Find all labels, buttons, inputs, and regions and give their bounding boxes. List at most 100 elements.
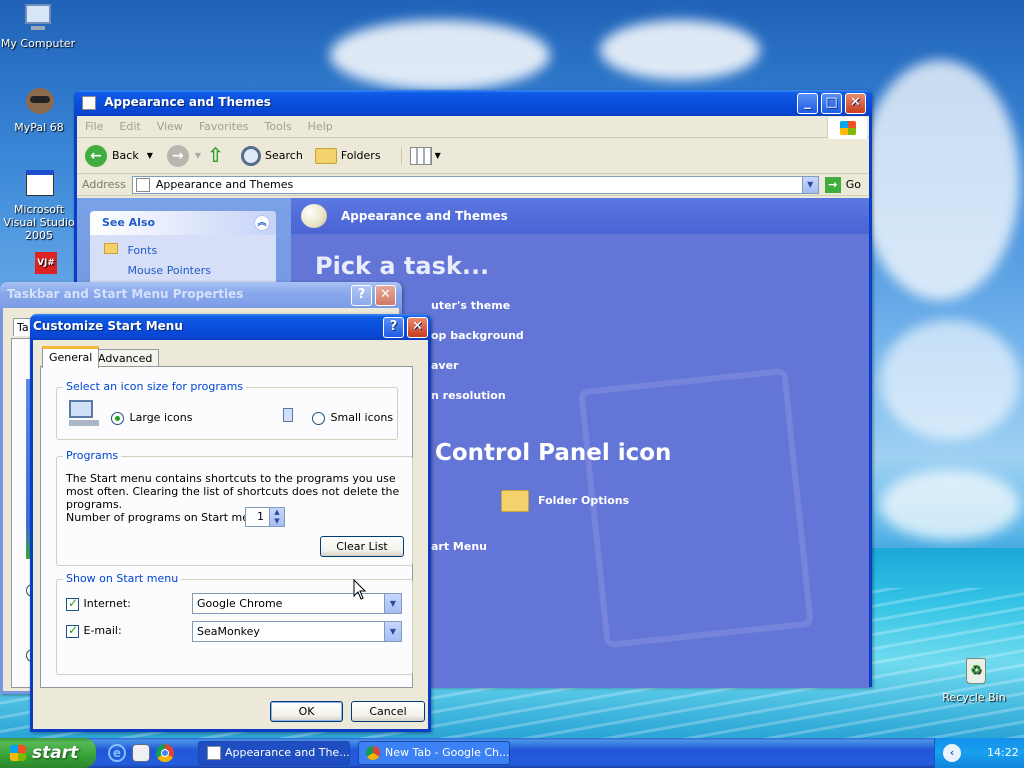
small-icons-option[interactable]: Small icons [312,411,393,425]
taskbar-item-appearance[interactable]: Appearance and The... [198,741,350,765]
programs-group: Programs The Start menu contains shortcu… [56,449,413,566]
email-checkbox[interactable] [66,623,79,638]
taskbar-properties-titlebar[interactable]: Taskbar and Start Menu Properties ? ✕ [0,282,402,308]
task-link-resolution[interactable]: n resolution [431,389,506,402]
email-option[interactable]: E-mail: [66,623,122,638]
maximize-button[interactable]: □ [821,93,842,114]
search-label: Search [265,149,303,162]
explorer-toolbar: ← Back ▼ → ▼ ⇧ Search Folders ▼ [77,138,869,174]
programs-count-spinner[interactable]: 1 ▲ ▼ [245,507,285,527]
menu-help[interactable]: Help [308,120,333,133]
internet-explorer-quicklaunch-icon[interactable]: e [108,744,126,762]
customize-body: General Advanced Select an icon size for… [33,340,428,729]
help-button[interactable]: ? [351,285,372,306]
task-link-theme[interactable]: uter's theme [431,299,510,312]
category-banner: Appearance and Themes [291,198,869,234]
icon-size-group: Select an icon size for programs Large i… [56,380,398,440]
menu-file[interactable]: File [85,120,103,133]
folders-label: Folders [340,149,381,162]
folders-button[interactable]: Folders [314,147,381,164]
show-hidden-icons-chevron-icon[interactable]: ‹ [943,744,961,762]
system-tray: ‹ 14:22 [934,738,1024,768]
spinner-arrows-icon[interactable]: ▲ ▼ [269,508,284,526]
collapse-chevron-icon[interactable]: ︽ [254,215,270,231]
address-input[interactable]: Appearance and Themes ▼ [131,175,819,194]
recycle-bin-icon: ♻ [957,656,991,688]
appearance-themes-icon [301,204,327,228]
task-link-desktop-background[interactable]: op background [431,329,524,342]
chevron-down-icon: ▼ [194,151,202,160]
menu-favorites[interactable]: Favorites [199,120,249,133]
cloud [880,320,1020,440]
see-also-header[interactable]: See Also ︽ [90,211,276,235]
task-link-screensaver[interactable]: aver [431,359,458,372]
tab-advanced[interactable]: Advanced [91,349,160,367]
close-button[interactable]: ✕ [845,93,866,114]
views-button[interactable]: ▼ [400,146,441,165]
internet-checkbox[interactable] [66,596,79,611]
vj-desktop-icon[interactable]: VJ# [0,250,76,285]
chevron-down-icon: ▼ [434,151,441,160]
show-desktop-quicklaunch-icon[interactable] [132,744,150,762]
ok-button[interactable]: OK [270,701,343,722]
large-icons-radio[interactable] [111,411,124,425]
computer-icon [21,2,55,34]
internet-dropdown-value: Google Chrome [197,597,283,610]
small-icons-radio[interactable] [312,411,325,425]
close-button[interactable]: ✕ [375,285,396,306]
menu-edit[interactable]: Edit [119,120,140,133]
cloud [880,470,1020,540]
back-button[interactable]: ← Back ▼ [85,144,153,167]
email-dropdown[interactable]: SeaMonkey ▼ [192,621,402,642]
programs-count-value: 1 [257,510,264,523]
forward-button[interactable]: → ▼ [166,144,202,167]
customize-titlebar[interactable]: Customize Start Menu ? ✕ [30,314,431,340]
mypal-desktop-icon[interactable]: MyPal 68 [1,86,77,134]
explorer-titlebar[interactable]: Appearance and Themes _ □ ✕ [74,90,872,116]
see-also-link-mouse-pointers[interactable]: Mouse Pointers [90,257,276,277]
address-value: Appearance and Themes [155,178,294,191]
go-button[interactable]: → Go [824,176,861,193]
minimize-button[interactable]: _ [797,93,818,114]
cancel-button[interactable]: Cancel [351,701,425,722]
desktop-icon-label: Recycle Bin [942,691,1006,704]
fonts-folder-icon [104,243,118,254]
up-button[interactable]: ⇧ [207,145,229,167]
folder-options-icon[interactable] [501,490,529,512]
chrome-quicklaunch-icon[interactable] [156,744,174,762]
taskbar-start-menu-link[interactable]: art Menu [431,540,487,553]
my-computer-desktop-icon[interactable]: My Computer [0,2,76,50]
close-button[interactable]: ✕ [407,317,428,338]
visual-studio-desktop-icon[interactable]: Microsoft Visual Studio 2005 [1,168,77,242]
recycle-bin-desktop-icon[interactable]: ♻ Recycle Bin [936,656,1012,704]
chevron-down-icon[interactable]: ▼ [801,176,818,193]
clear-list-button[interactable]: Clear List [320,536,404,557]
task-label: New Tab - Google Ch... [385,746,510,759]
internet-dropdown[interactable]: Google Chrome ▼ [192,593,402,614]
see-also-link-fonts[interactable]: Fonts [90,235,276,257]
folder-icon [314,147,337,164]
banner-title: Appearance and Themes [341,209,508,223]
menu-view[interactable]: View [157,120,183,133]
menu-tools[interactable]: Tools [265,120,292,133]
taskbar-item-chrome[interactable]: New Tab - Google Ch... [358,741,510,765]
chevron-down-icon[interactable]: ▼ [384,594,401,613]
chevron-down-icon[interactable]: ▼ [384,622,401,641]
control-panel-icon [207,746,221,760]
large-icons-option[interactable]: Large icons [111,411,192,425]
clock[interactable]: 14:22 [987,738,1019,768]
folder-options-link[interactable]: Folder Options [538,494,629,507]
menu-bar: File Edit View Favorites Tools Help [77,116,869,139]
internet-option[interactable]: Internet: [66,596,131,611]
help-button[interactable]: ? [383,317,404,338]
tab-general[interactable]: General [42,346,100,368]
internet-label: Internet: [83,597,131,610]
search-button[interactable]: Search [241,145,303,166]
pick-task-heading: Pick a task... [315,252,490,280]
back-label: Back [112,149,139,162]
raccoon-icon [22,86,56,118]
start-button[interactable]: start [0,738,96,768]
go-arrow-icon: → [824,176,841,193]
desktop-icon-label: Microsoft Visual Studio 2005 [3,203,75,242]
address-bar: Address Appearance and Themes ▼ → Go [77,174,869,196]
